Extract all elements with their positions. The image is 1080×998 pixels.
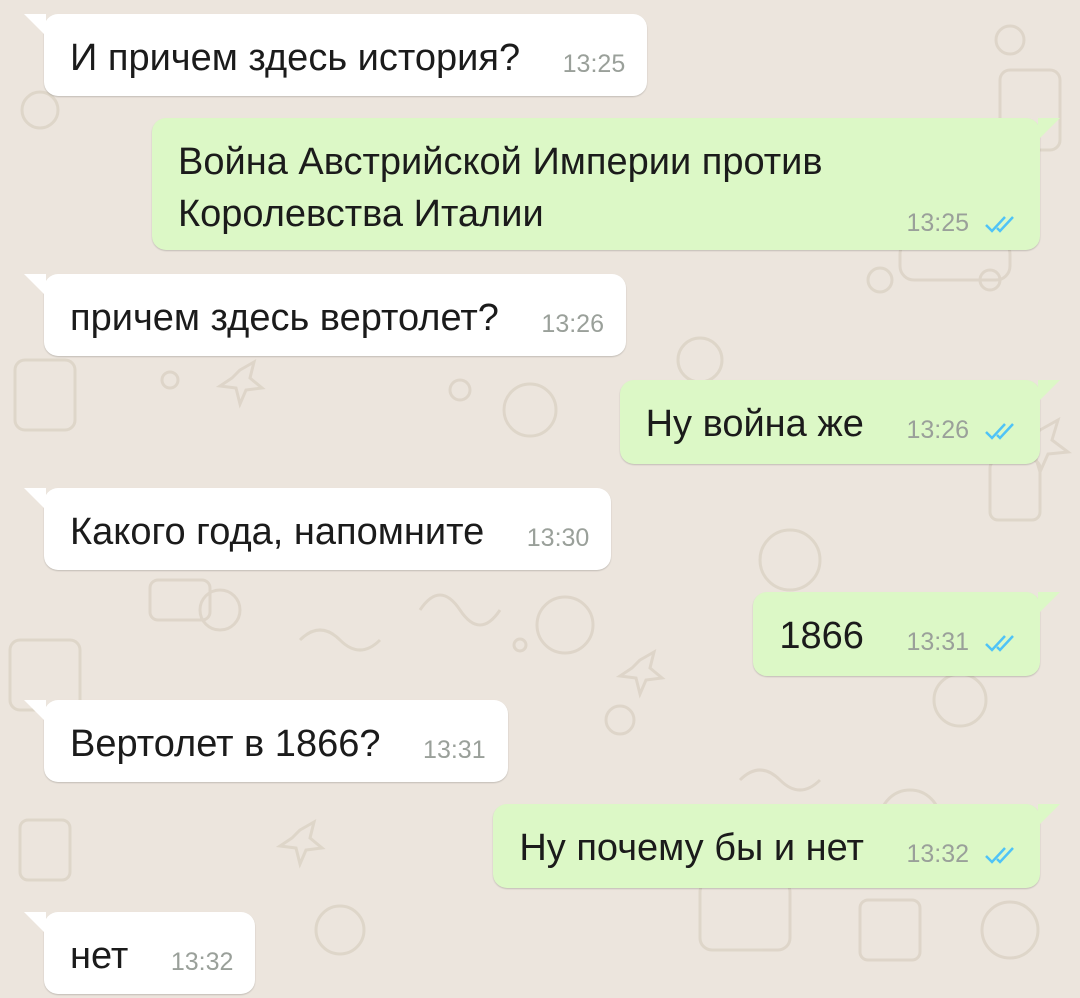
message-bubble-incoming[interactable]: Вертолет в 1866? 13:31 (24, 700, 508, 782)
message-bubble-outgoing[interactable]: 1866 13:31 (753, 592, 1060, 676)
message-time: 13:25 (562, 50, 626, 78)
message-time: 13:30 (526, 524, 590, 552)
message-bubble-outgoing[interactable]: Война Австрийской Империи против Королев… (152, 118, 1060, 250)
double-check-read-icon (985, 423, 1014, 440)
message-bubble-outgoing[interactable]: Ну почему бы и нет 13:32 (493, 804, 1060, 888)
bubble-tail (1038, 118, 1060, 140)
double-check-read-icon (985, 216, 1014, 233)
message-time: 13:26 (906, 416, 970, 444)
message-time: 13:32 (170, 948, 234, 976)
message-text: Ну война же (645, 403, 864, 445)
bubble-tail (24, 14, 46, 36)
message-meta: 13:26 (906, 418, 1018, 443)
message-text: 1866 (779, 615, 864, 657)
message-time: 13:26 (541, 310, 604, 338)
message-bubble-incoming[interactable]: Какого года, напомните 13:30 (24, 488, 612, 570)
message-text: И причем здесь история? (70, 37, 521, 79)
message-text: Какого года, напомните (70, 511, 485, 553)
message-text: Ну почему бы и нет (519, 827, 864, 869)
double-check-read-icon (985, 635, 1014, 652)
message-bubble-outgoing[interactable]: Ну война же 13:26 (619, 380, 1060, 464)
message-time: 13:32 (906, 840, 970, 868)
message-text: нет (70, 935, 129, 977)
double-check-read-icon (985, 847, 1014, 864)
message-meta: 13:32 (906, 842, 1018, 867)
bubble-tail (1038, 592, 1060, 614)
bubble-tail (1038, 804, 1060, 826)
message-bubble-incoming[interactable]: нет 13:32 (24, 912, 256, 994)
bubble-tail (1038, 380, 1060, 402)
message-time: 13:31 (906, 628, 970, 656)
bubble-tail (24, 700, 46, 722)
bubble-tail (24, 274, 46, 296)
message-time: 13:31 (423, 736, 486, 764)
message-text-line-1: Война Австрийской Империи против (178, 141, 823, 183)
message-meta: 13:31 (906, 630, 1018, 655)
message-meta: 13:25 (906, 211, 1018, 236)
bubble-tail (24, 912, 46, 934)
message-bubble-incoming[interactable]: И причем здесь история? 13:25 (24, 14, 648, 96)
message-time: 13:25 (906, 209, 970, 237)
message-bubble-incoming[interactable]: причем здесь вертолет? 13:26 (24, 274, 626, 356)
message-text: Вертолет в 1866? (70, 723, 381, 765)
bubble-tail (24, 488, 46, 510)
message-text-line-2: Королевства Италии (178, 193, 544, 235)
message-text: причем здесь вертолет? (70, 297, 499, 339)
